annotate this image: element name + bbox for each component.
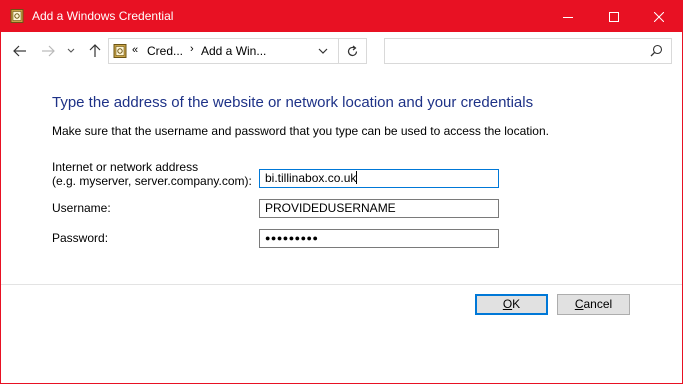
close-icon bbox=[654, 11, 664, 22]
ok-mnemonic: O bbox=[502, 297, 513, 311]
maximize-button[interactable] bbox=[591, 1, 637, 32]
address-bar[interactable]: « Cred... › Add a Win... bbox=[108, 38, 339, 64]
up-button[interactable] bbox=[85, 41, 105, 61]
credential-form: Type the address of the website or netwo… bbox=[1, 72, 682, 284]
credential-manager-icon bbox=[10, 9, 24, 23]
breadcrumb-overflow-button[interactable]: « bbox=[132, 44, 138, 56]
close-button[interactable] bbox=[636, 1, 682, 32]
back-arrow-icon bbox=[13, 45, 26, 57]
password-label: Password: bbox=[52, 231, 109, 245]
address-dropdown-icon[interactable] bbox=[316, 44, 330, 58]
maximize-icon bbox=[609, 11, 619, 22]
chevron-down-icon bbox=[67, 48, 75, 53]
address-label-line1: Internet or network address bbox=[52, 160, 199, 174]
cancel-button[interactable]: Cancel bbox=[557, 294, 630, 315]
search-icon[interactable] bbox=[650, 44, 663, 57]
search-box[interactable] bbox=[384, 38, 672, 64]
window-title: Add a Windows Credential bbox=[32, 9, 174, 23]
credential-window: Add a Windows Credential « Cred... › Add… bbox=[0, 0, 683, 384]
control-panel-icon bbox=[113, 44, 127, 58]
breadcrumb-item-credential-manager[interactable]: Cred... bbox=[147, 44, 183, 58]
back-button[interactable] bbox=[10, 41, 30, 61]
network-address-value: bi.tillinabox.co.uk bbox=[265, 171, 357, 185]
username-input[interactable]: PROVIDEDUSERNAME bbox=[259, 199, 499, 218]
ok-label-rest: K bbox=[512, 297, 521, 311]
refresh-icon bbox=[347, 45, 358, 56]
navigation-bar: « Cred... › Add a Win... bbox=[1, 32, 682, 72]
title-bar[interactable]: Add a Windows Credential bbox=[1, 1, 682, 32]
page-heading: Type the address of the website or netwo… bbox=[52, 94, 534, 111]
cancel-label-rest: ancel bbox=[583, 297, 613, 311]
password-input[interactable]: ●●●●●●●●● bbox=[259, 229, 499, 248]
breadcrumb-separator[interactable]: › bbox=[190, 43, 194, 55]
username-label: Username: bbox=[52, 201, 111, 215]
minimize-button[interactable] bbox=[545, 1, 591, 32]
refresh-button[interactable] bbox=[339, 38, 367, 64]
address-label: Internet or network address (e.g. myserv… bbox=[52, 160, 252, 188]
forward-button[interactable] bbox=[38, 41, 58, 61]
forward-arrow-icon bbox=[42, 45, 55, 57]
recent-locations-button[interactable] bbox=[64, 41, 78, 61]
breadcrumb-item-add-credential[interactable]: Add a Win... bbox=[201, 44, 266, 58]
network-address-input[interactable]: bi.tillinabox.co.uk bbox=[259, 169, 499, 188]
minimize-icon bbox=[563, 16, 573, 18]
ok-button[interactable]: OK bbox=[475, 294, 548, 315]
text-cursor bbox=[356, 171, 358, 184]
instruction-text: Make sure that the username and password… bbox=[52, 124, 549, 138]
address-label-line2: (e.g. myserver, server.company.com): bbox=[52, 174, 252, 188]
up-arrow-icon bbox=[89, 44, 101, 57]
footer-divider bbox=[1, 284, 682, 285]
